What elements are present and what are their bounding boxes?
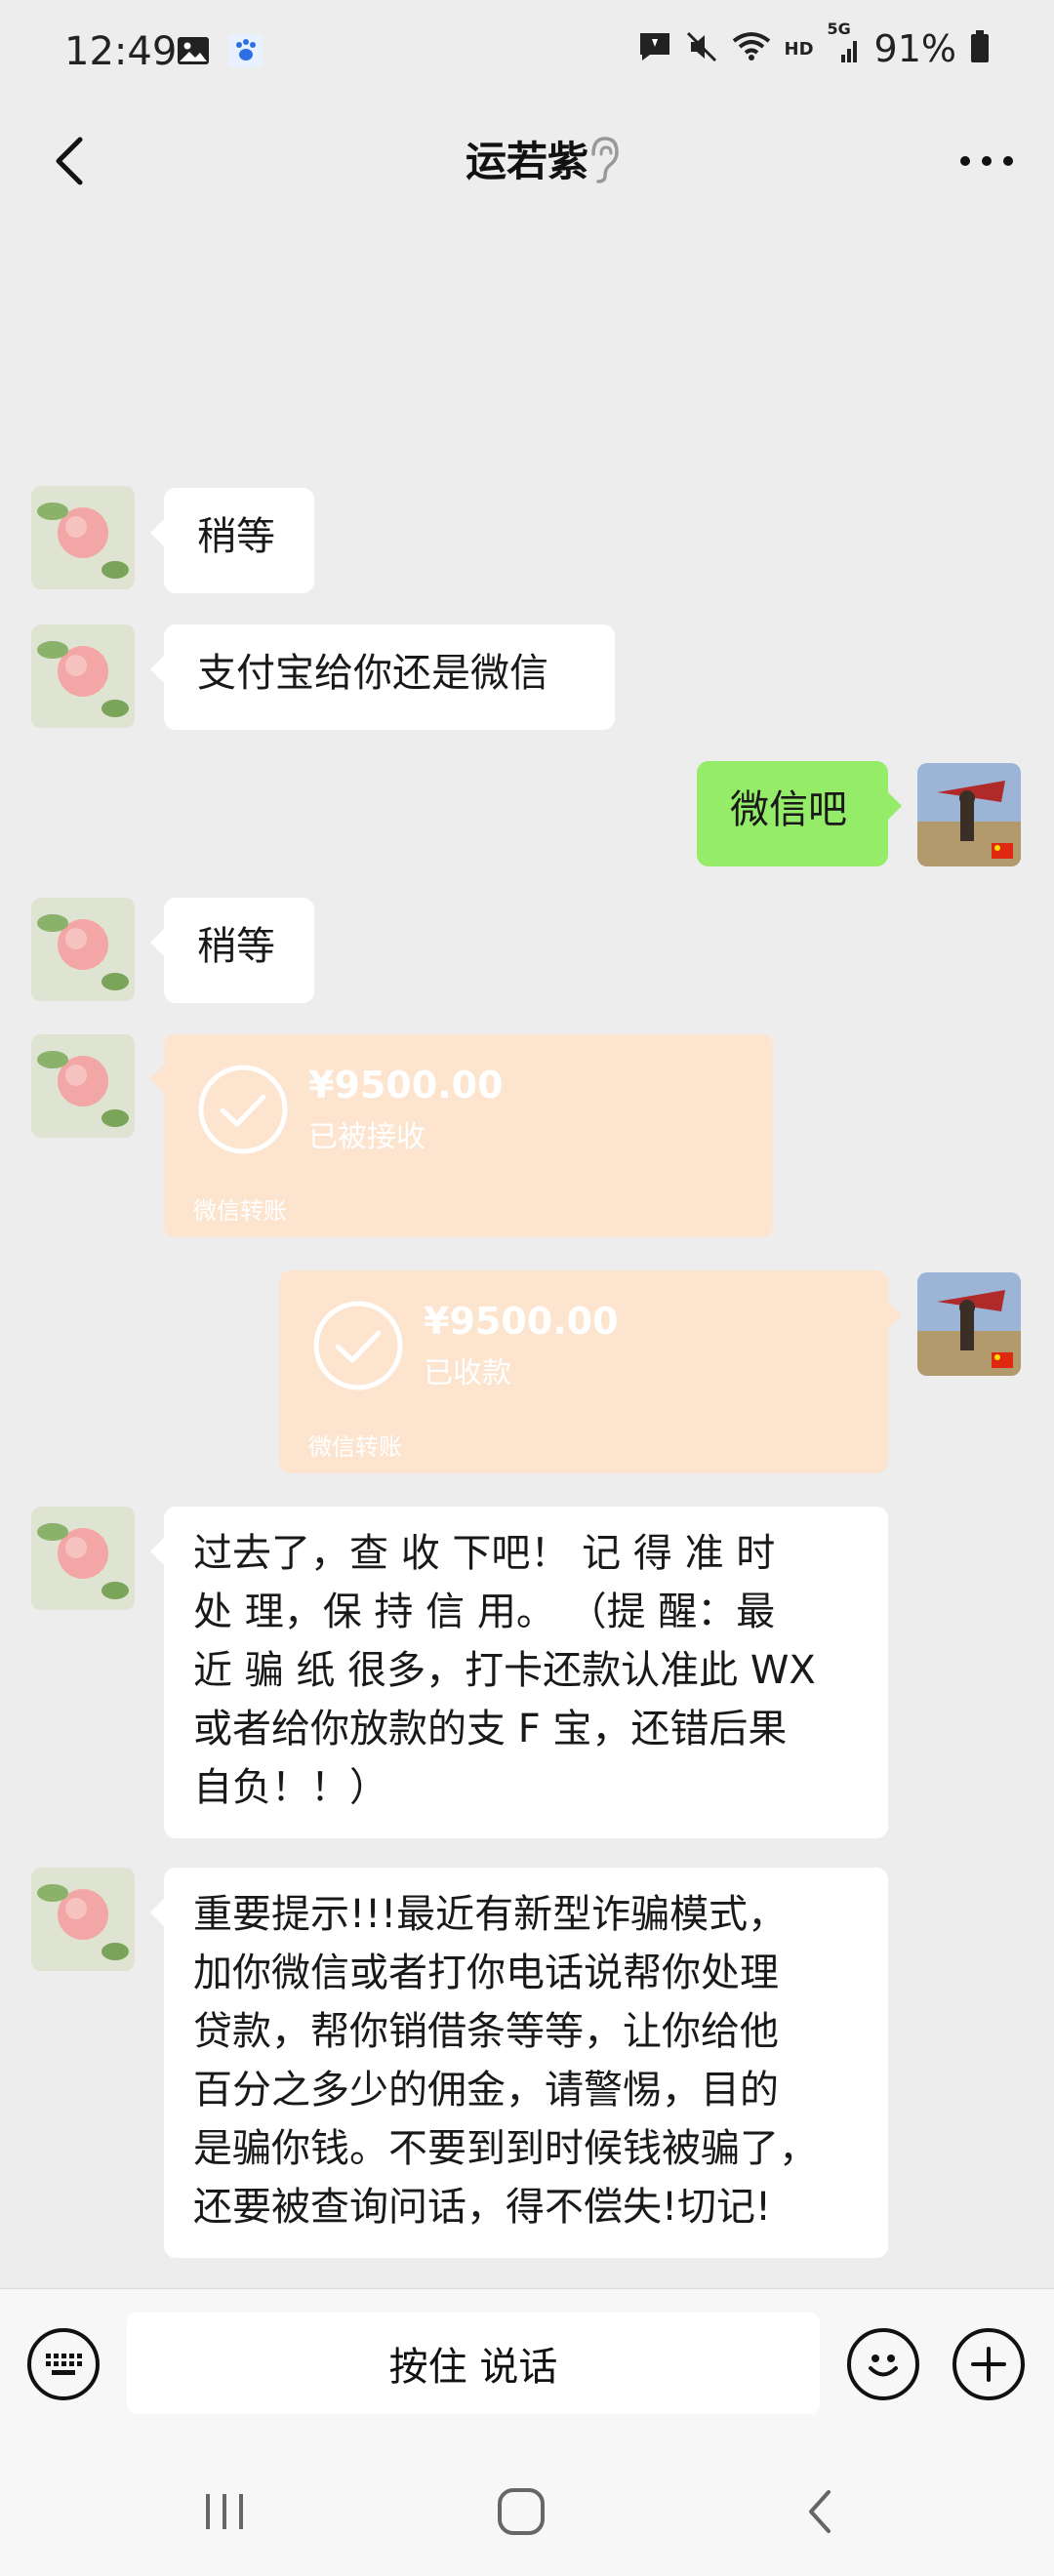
message-bubble[interactable]: 重要提示!!!最近有新型诈骗模式， 加你微信或者打你电话说帮你处理 贷款，帮你销… (150, 1868, 888, 2258)
image-icon (176, 33, 211, 68)
user-avatar[interactable] (917, 1272, 1021, 1376)
plus-icon (971, 2347, 1006, 2382)
message-line: 重要提示!!!最近有新型诈骗模式， (193, 1892, 788, 1937)
contact-avatar[interactable] (31, 1507, 135, 1610)
message-line: 过去了，查 收 下吧！ 记 得 准 时 (193, 1531, 776, 1576)
5g-indicator: 5G (827, 20, 851, 38)
message-bubble[interactable]: 支付宝给你还是微信 (150, 624, 615, 730)
contact-avatar[interactable] (31, 1868, 135, 1971)
message-line: 处 理，保 持 信 用。 （提 醒：最 (193, 1590, 776, 1634)
contact-avatar[interactable] (31, 624, 135, 728)
chat-notification-icon (638, 31, 671, 66)
transfer-card[interactable]: ¥9500.00 已被接收 微信转账 (150, 1034, 773, 1237)
transfer-label: 微信转账 (308, 1433, 402, 1461)
recents-icon (206, 2494, 243, 2529)
message-text: 稍等 (197, 514, 275, 559)
user-avatar[interactable] (917, 763, 1021, 866)
more-dots-icon (960, 156, 1013, 166)
transfer-card[interactable]: ¥9500.00 已收款 微信转账 (279, 1270, 902, 1473)
emoji-icon (869, 2355, 898, 2377)
hold-to-talk-button[interactable]: 按住 说话 (127, 2313, 820, 2414)
contact-avatar[interactable] (31, 898, 135, 1001)
home-button[interactable] (482, 2477, 560, 2546)
transfer-status: 已收款 (424, 1356, 511, 1390)
message-line: 是骗你钱。不要到到时候钱被骗了， (193, 2126, 818, 2171)
more-button[interactable] (953, 127, 1021, 195)
hd-indicator: HD (784, 38, 814, 60)
status-bar: 12:49 HD 5G 91% (0, 0, 1054, 107)
status-left-icons (176, 33, 264, 68)
recents-button[interactable] (185, 2477, 264, 2546)
status-right-icons: HD 5G 91% (638, 20, 990, 70)
message-bubble[interactable]: 稍等 (150, 488, 314, 593)
home-icon (498, 2488, 545, 2535)
transfer-amount: ¥9500.00 (424, 1300, 619, 1343)
input-bar: 按住 说话 (0, 2288, 1054, 2445)
chat-title: 运若紫 (465, 138, 588, 185)
message-line: 近 骗 纸 很多，打卡还款认准此 WX (193, 1648, 816, 1693)
emoji-button[interactable] (847, 2328, 919, 2400)
message-bubble[interactable]: 稍等 (150, 898, 314, 1003)
message-line: 贷款，帮你销借条等等，让你给他 (193, 2009, 779, 2054)
ear-icon (584, 135, 623, 185)
nav-back-icon (809, 2490, 831, 2533)
contact-avatar[interactable] (31, 486, 135, 589)
nav-back-button[interactable] (781, 2477, 859, 2546)
check-circle-icon (198, 1065, 288, 1154)
message-text: 稍等 (197, 924, 275, 969)
message-bubble[interactable]: 过去了，查 收 下吧！ 记 得 准 时 处 理，保 持 信 用。 （提 醒：最 … (150, 1507, 888, 1838)
message-line: 还要被查询问话，得不偿失!切记! (193, 2185, 772, 2230)
message-line: 加你微信或者打你电话说帮你处理 (193, 1951, 779, 1995)
message-bubble[interactable]: 微信吧 (697, 761, 902, 866)
battery-icon (970, 30, 990, 67)
check-circle-icon (313, 1301, 403, 1390)
transfer-amount: ¥9500.00 (308, 1064, 504, 1107)
contact-avatar[interactable] (31, 1034, 135, 1138)
system-nav-bar (0, 2444, 1054, 2576)
message-line: 或者给你放款的支 F 宝，还错后果 (193, 1707, 788, 1751)
transfer-status: 已被接收 (308, 1120, 426, 1154)
more-functions-button[interactable] (953, 2328, 1025, 2400)
keyboard-icon (46, 2354, 82, 2375)
message-line: 百分之多少的佣金，请警惕，目的 (193, 2068, 779, 2113)
signal-icon: 5G (828, 20, 861, 64)
battery-percentage: 91% (873, 27, 956, 70)
keyboard-toggle-button[interactable] (27, 2328, 100, 2400)
message-text: 微信吧 (730, 787, 847, 832)
mute-icon (685, 30, 718, 67)
message-text: 支付宝给你还是微信 (197, 651, 548, 696)
transfer-label: 微信转账 (193, 1197, 287, 1225)
chat-header: 运若紫 (0, 107, 1054, 215)
message-line: 自负！！） (193, 1765, 388, 1810)
baidu-paw-icon (228, 33, 264, 68)
status-time: 12:49 (64, 29, 178, 74)
wifi-icon (732, 31, 771, 66)
